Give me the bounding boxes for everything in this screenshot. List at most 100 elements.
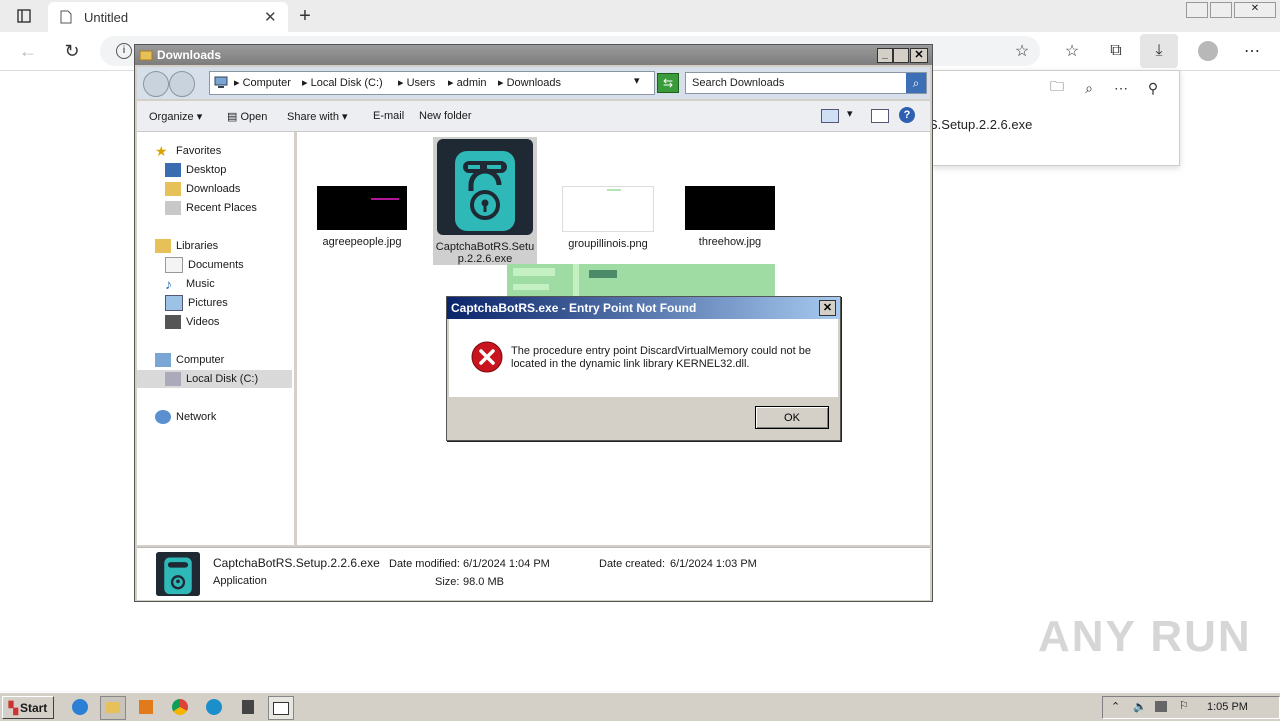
- media-player-icon[interactable]: [134, 696, 158, 718]
- refresh-icon[interactable]: ⇆: [657, 73, 679, 93]
- desktop-icon: [165, 163, 181, 177]
- search-icon[interactable]: ⌕: [1079, 79, 1099, 97]
- network-icon: [155, 410, 171, 424]
- search-input[interactable]: Search Downloads: [692, 77, 784, 89]
- maximize-icon[interactable]: [893, 48, 909, 63]
- help-icon[interactable]: ?: [899, 107, 915, 123]
- nav-local-disk[interactable]: Local Disk (C:): [137, 370, 292, 388]
- open-label: Open: [240, 111, 268, 123]
- drive-icon: [165, 372, 181, 386]
- preview-pane-icon[interactable]: [871, 109, 889, 123]
- add-favorite-icon[interactable]: ☆: [1010, 40, 1034, 62]
- speaker-icon[interactable]: 🔈: [1133, 700, 1147, 713]
- computer-icon: [214, 76, 228, 88]
- details-created-value: 6/1/2024 1:03 PM: [670, 558, 757, 570]
- details-pane: CaptchaBotRS.Setup.2.2.6.exe Application…: [137, 547, 930, 600]
- close-icon[interactable]: ✕: [819, 300, 836, 316]
- back-icon[interactable]: [143, 71, 169, 97]
- nav-documents[interactable]: Documents: [165, 256, 244, 274]
- back-icon[interactable]: ←: [16, 40, 40, 62]
- chevron-down-icon[interactable]: ▾: [847, 107, 853, 120]
- pin-icon[interactable]: ⚲: [1143, 79, 1163, 97]
- browser-tab[interactable]: Untitled ✕: [48, 2, 288, 32]
- nav-downloads[interactable]: Downloads: [165, 180, 240, 198]
- nav-favorites[interactable]: ★ Favorites: [155, 142, 221, 160]
- ok-button[interactable]: OK: [755, 406, 829, 429]
- close-window-icon[interactable]: ✕: [1234, 2, 1276, 18]
- new-tab-button[interactable]: +: [292, 4, 318, 28]
- restore-icon[interactable]: [1210, 2, 1232, 18]
- tab-title: Untitled: [84, 10, 129, 25]
- dialog-taskbar-icon[interactable]: [268, 696, 294, 720]
- share-label: Share with: [287, 111, 339, 123]
- organize-button[interactable]: Organize ▾: [149, 110, 202, 123]
- email-button[interactable]: E-mail: [373, 110, 404, 122]
- file-item[interactable]: threehow.jpg: [683, 186, 777, 248]
- file-item[interactable]: agreepeople.jpg: [315, 186, 409, 248]
- nav-music[interactable]: ♪ Music: [165, 275, 215, 293]
- nav-computer[interactable]: Computer: [155, 351, 224, 369]
- close-icon[interactable]: ✕: [910, 48, 928, 63]
- watermark: ANY RUN: [1038, 612, 1252, 661]
- favorites-icon[interactable]: ☆: [1060, 40, 1084, 62]
- nav-network[interactable]: Network: [155, 408, 216, 426]
- tab-actions-icon[interactable]: [12, 6, 36, 26]
- download-item-name[interactable]: S.Setup.2.2.6.exe: [929, 117, 1032, 132]
- taskbar: ▚ Start ⌃ 🔈 ⚐ 1:05 PM: [0, 692, 1280, 721]
- details-created-label: Date created:: [599, 558, 666, 570]
- downloads-folder-icon: [165, 182, 181, 196]
- error-dialog: CaptchaBotRS.exe - Entry Point Not Found…: [446, 296, 841, 441]
- more-options-icon[interactable]: ⋯: [1240, 40, 1264, 62]
- dialog-body: The procedure entry point DiscardVirtual…: [449, 319, 838, 397]
- profile-avatar[interactable]: [1198, 41, 1218, 61]
- calculator-icon[interactable]: [236, 696, 260, 718]
- breadcrumb-computer[interactable]: ▸ Computer: [234, 76, 291, 89]
- chrome-icon[interactable]: [168, 696, 192, 718]
- forward-icon[interactable]: [169, 71, 195, 97]
- search-box[interactable]: Search Downloads ⌕: [685, 72, 927, 94]
- network-tray-icon[interactable]: [1155, 701, 1167, 712]
- details-size-value: 98.0 MB: [463, 576, 504, 588]
- breadcrumb[interactable]: ▸ Computer ▸ Local Disk (C:) ▸ Users ▸ a…: [209, 71, 655, 95]
- minimize-icon[interactable]: [1186, 2, 1208, 18]
- view-icon[interactable]: [821, 109, 839, 123]
- nav-videos[interactable]: Videos: [165, 313, 219, 331]
- ie-icon[interactable]: [68, 696, 92, 718]
- minimize-icon[interactable]: _: [877, 48, 893, 63]
- open-button[interactable]: ▤ Open: [227, 110, 267, 123]
- start-button[interactable]: ▚ Start: [2, 696, 54, 719]
- nav-libraries[interactable]: Libraries: [155, 237, 218, 255]
- breadcrumb-users[interactable]: ▸ Users: [398, 76, 435, 89]
- clock[interactable]: 1:05 PM: [1207, 701, 1248, 713]
- share-with-button[interactable]: Share with ▾: [287, 110, 348, 123]
- downloads-icon[interactable]: ⤓: [1140, 34, 1178, 68]
- music-icon: ♪: [165, 276, 172, 292]
- file-item-selected[interactable]: CaptchaBotRS.Setu p.2.2.6.exe: [433, 137, 537, 265]
- chevron-down-icon[interactable]: ▾: [634, 74, 640, 87]
- pictures-icon: [165, 295, 183, 311]
- edge-icon[interactable]: [202, 696, 226, 718]
- open-folder-icon[interactable]: 🗀: [1047, 78, 1067, 97]
- info-icon[interactable]: i: [116, 43, 132, 59]
- nav-pictures[interactable]: Pictures: [165, 294, 228, 312]
- downloads-panel: 🗀 ⌕ ⋯ ⚲ S.Setup.2.2.6.exe: [929, 70, 1180, 166]
- flag-icon[interactable]: ⚐: [1179, 699, 1189, 712]
- explorer-taskbar-icon[interactable]: [100, 696, 126, 720]
- nav-desktop[interactable]: Desktop: [165, 161, 226, 179]
- refresh-icon[interactable]: ↻: [60, 40, 84, 62]
- more-icon[interactable]: ⋯: [1111, 79, 1131, 97]
- search-icon[interactable]: ⌕: [906, 73, 926, 93]
- collections-icon[interactable]: ⧉: [1104, 40, 1128, 62]
- videos-icon: [165, 315, 181, 329]
- nav-recent-places[interactable]: Recent Places: [165, 199, 257, 217]
- file-item[interactable]: groupillinois.png: [561, 186, 655, 250]
- new-folder-button[interactable]: New folder: [419, 110, 472, 122]
- breadcrumb-local-disk[interactable]: ▸ Local Disk (C:): [302, 76, 383, 89]
- breadcrumb-downloads[interactable]: ▸ Downloads: [498, 76, 561, 89]
- breadcrumb-admin[interactable]: ▸ admin: [448, 76, 487, 89]
- close-tab-icon[interactable]: ✕: [264, 8, 277, 26]
- tray-expand-icon[interactable]: ⌃: [1111, 700, 1120, 713]
- breadcrumb-label: Local Disk (C:): [310, 77, 383, 89]
- documents-icon: [165, 257, 183, 273]
- details-modified-label: Date modified:: [389, 558, 460, 570]
